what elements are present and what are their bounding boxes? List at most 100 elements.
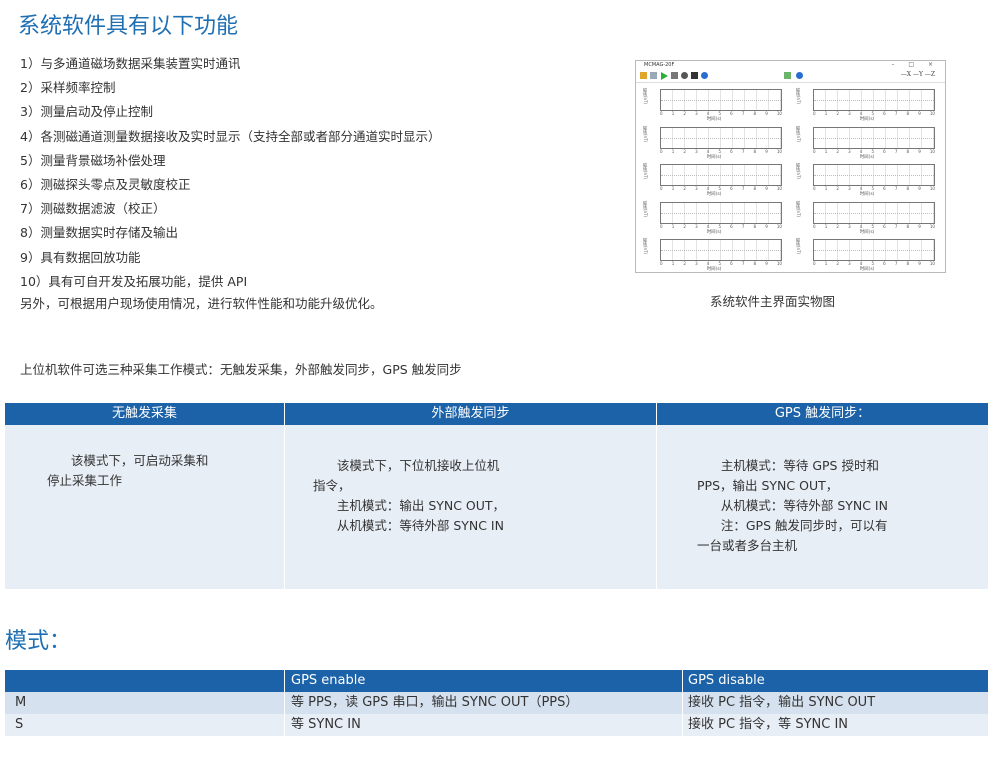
- plot-baseline: [814, 175, 934, 176]
- cell-line: 一台或者多台主机: [697, 538, 798, 553]
- feature-item: 2）采样频率控制: [20, 80, 116, 96]
- plot-baseline: [814, 137, 934, 139]
- modes-table-header: 无触发采集 外部触发同步 GPS 触发同步：: [5, 403, 988, 425]
- section-title-modes: 模式：: [5, 629, 72, 654]
- mode-intro: 上位机软件可选三种采集工作模式：无触发采集，外部触发同步，GPS 触发同步: [20, 362, 462, 377]
- plot-area: [660, 201, 782, 224]
- play-icon: [661, 72, 668, 80]
- column-divider: [284, 425, 285, 589]
- cell-line: 主机模式：等待 GPS 授时和: [697, 458, 879, 473]
- modes-table: 无触发采集 外部触发同步 GPS 触发同步： 该模式下，可启动采集和 停止采集工…: [5, 403, 988, 589]
- plot-y-label: 磁场(nT): [643, 200, 648, 217]
- plot-area: [660, 239, 782, 261]
- section-title-functions: 系统软件具有以下功能: [18, 14, 239, 39]
- plot-y-label: 磁场(nT): [796, 163, 801, 180]
- header-external-trigger: 外部触发同步: [431, 406, 510, 421]
- cell-line: 从机模式：等待外部 SYNC IN: [697, 498, 888, 513]
- header-no-trigger: 无触发采集: [111, 406, 177, 421]
- plot-panel: 磁场(nT) 0 1 2 3 4 5 6 7 8 9 10 时间(s): [640, 159, 788, 197]
- folder-icon: [640, 72, 647, 79]
- plot-baseline: [814, 212, 934, 214]
- cell-s-gps-enable: 等 SYNC IN: [291, 717, 361, 732]
- header-gps-trigger: GPS 触发同步：: [774, 406, 871, 421]
- modes-table-body: 该模式下，可启动采集和 停止采集工作 该模式下，下位机接收上位机 指令， 主机模…: [5, 425, 988, 589]
- column-divider: [682, 714, 683, 736]
- cell-m-gps-enable: 等 PPS，读 GPS 串口，输出 SYNC OUT（PPS）: [291, 695, 579, 710]
- screenshot-window-controls: – □ ×: [891, 61, 939, 68]
- plot-y-label: 磁场(nT): [796, 88, 801, 105]
- plot-y-label: 磁场(nT): [796, 200, 801, 217]
- header-gps-enable: GPS enable: [291, 673, 366, 688]
- feature-item: 8）测量数据实时存储及输出: [20, 225, 178, 241]
- plot-area: [813, 126, 935, 149]
- plot-baseline: [661, 212, 781, 214]
- column-divider: [284, 670, 285, 692]
- plot-y-label: 磁场(nT): [796, 238, 801, 255]
- header-gps-disable: GPS disable: [688, 673, 765, 688]
- feature-item: 1）与多通道磁场数据采集装置实时通讯: [20, 56, 241, 71]
- plot-area: [813, 201, 935, 224]
- cell-m-gps-disable: 接收 PC 指令，输出 SYNC OUT: [688, 695, 876, 710]
- plot-y-label: 磁场(nT): [643, 238, 648, 255]
- screenshot-axes-legend: —X —Y —Z: [900, 71, 935, 78]
- cell-line: 从机模式：等待外部 SYNC IN: [313, 518, 504, 533]
- cell-line: 停止采集工作: [47, 473, 123, 488]
- table-row: M 等 PPS，读 GPS 串口，输出 SYNC OUT（PPS） 接收 PC …: [5, 692, 988, 714]
- feature-item: 9）具有数据回放功能: [20, 249, 141, 265]
- table-row: S 等 SYNC IN 接收 PC 指令，等 SYNC IN: [5, 714, 988, 736]
- cell-gps-trigger: 主机模式：等待 GPS 授时和 PPS，输出 SYNC OUT， 从机模式：等待…: [697, 456, 888, 556]
- column-divider: [284, 692, 285, 714]
- cell-line: 主机模式：输出 SYNC OUT，: [313, 498, 506, 513]
- plot-y-label: 磁场(nT): [643, 88, 648, 105]
- plot-x-label: 时间(s): [706, 267, 722, 272]
- cell-line: 注：GPS 触发同步时，可以有: [697, 518, 888, 533]
- plot-baseline: [814, 100, 934, 101]
- plot-panel: 磁场(nT) 0 1 2 3 4 5 6 7 8 9 10 时间(s): [793, 122, 941, 160]
- feature-list: 1）与多通道磁场数据采集装置实时通讯 2）采样频率控制 3）测量启动及停止控制 …: [20, 52, 440, 294]
- plot-baseline: [661, 250, 781, 251]
- feature-item: 6）测磁探头零点及灵敏度校正: [20, 177, 191, 193]
- plot-panel: 磁场(nT) 0 1 2 3 4 5 6 7 8 9 10 时间(s): [793, 197, 941, 235]
- plot-area: [660, 89, 782, 111]
- upgrade-note: 另外，可根据用户现场使用情况，进行软件性能和功能升级优化。: [20, 296, 383, 311]
- feature-item: 5）测量背景磁场补偿处理: [20, 152, 166, 168]
- record-icon: [681, 72, 688, 79]
- cell-external-trigger: 该模式下，下位机接收上位机 指令， 主机模式：输出 SYNC OUT， 从机模式…: [313, 456, 505, 536]
- plot-baseline: [661, 100, 781, 101]
- cell-line: PPS，输出 SYNC OUT，: [697, 478, 839, 493]
- column-divider: [284, 714, 285, 736]
- screenshot-window-title: MCMAG-20F: [644, 62, 675, 68]
- cell-line: 该模式下，下位机接收上位机: [313, 458, 500, 473]
- plot-area: [813, 164, 935, 186]
- plot-y-label: 磁场(nT): [796, 125, 801, 142]
- plot-baseline: [661, 175, 781, 176]
- plot-baseline: [661, 137, 781, 139]
- plot-panel: 磁场(nT) 0 1 2 3 4 5 6 7 8 9 10 时间(s): [793, 159, 941, 197]
- plot-panel: 磁场(nT) 0 1 2 3 4 5 6 7 8 9 10 时间(s): [793, 84, 941, 122]
- cell-s-gps-disable: 接收 PC 指令，等 SYNC IN: [688, 717, 848, 732]
- gps-table-header: GPS enable GPS disable: [5, 670, 988, 692]
- screenshot-panels: 磁场(nT) 0 1 2 3 4 5 6 7 8 9 10 时间(s) 磁场(nT) 0 1 2 3 4 5 6 7 8 9 1…: [636, 83, 945, 272]
- screenshot-titlebar: MCMAG-20F – □ ×: [636, 61, 945, 70]
- stop-icon: [671, 72, 678, 79]
- plot-area: [813, 89, 935, 111]
- cell-no-trigger: 该模式下，可启动采集和 停止采集工作: [47, 451, 208, 491]
- plot-area: [660, 126, 782, 149]
- plot-area: [813, 239, 935, 261]
- column-divider: [656, 425, 657, 589]
- row-label-m: M: [15, 695, 27, 710]
- feature-item: 4）各测磁通道测量数据接收及实时显示（支持全部或者部分通道实时显示）: [20, 128, 441, 144]
- plot-panel: 磁场(nT) 0 1 2 3 4 5 6 7 8 9 10 时间(s): [640, 197, 788, 235]
- software-screenshot: MCMAG-20F – □ × —X —Y —Z 磁场(nT) 0 1 2 3 4 5 6 7 8…: [635, 60, 946, 273]
- chart-icon: [784, 72, 791, 79]
- plot-y-label: 磁场(nT): [643, 125, 648, 142]
- plot-panel: 磁场(nT) 0 1 2 3 4 5 6 7 8 9 10 时间(s): [640, 84, 788, 122]
- column-divider: [682, 670, 683, 692]
- row-label-s: S: [15, 717, 24, 732]
- info-icon: [701, 72, 708, 79]
- settings-icon: [691, 72, 698, 79]
- plot-baseline: [814, 250, 934, 251]
- plot-y-label: 磁场(nT): [643, 163, 648, 180]
- plot-x-label: 时间(s): [859, 267, 875, 272]
- save-icon: [650, 72, 657, 79]
